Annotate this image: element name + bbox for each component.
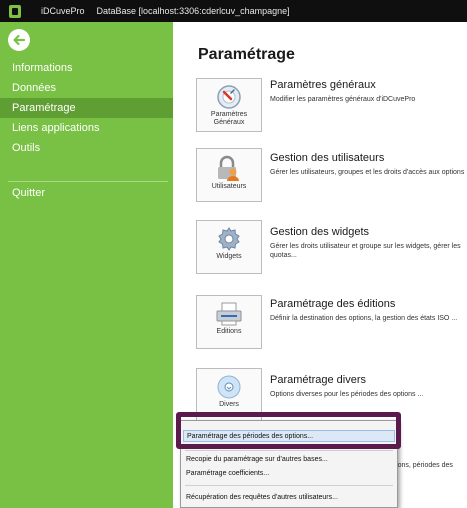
tile-parametres-generaux[interactable]: Paramètres Généraux — [196, 78, 262, 132]
tile-widgets[interactable]: Widgets — [196, 220, 262, 274]
menu-separator — [185, 450, 393, 451]
database-info: DataBase [localhost:3306:cderlcuv_champa… — [96, 6, 290, 16]
arrow-left-icon — [13, 34, 26, 46]
section-title[interactable]: Gestion des utilisateurs — [270, 152, 384, 164]
sidebar: Informations Données Paramétrage Liens a… — [0, 22, 173, 508]
app-logo-icon — [9, 4, 21, 18]
section-description: Gérer les droits utilisateur et groupe s… — [270, 243, 461, 259]
tile-label: Widgets — [216, 253, 242, 260]
sidebar-divider — [8, 181, 168, 182]
printer-icon — [216, 302, 242, 326]
sidebar-item-parametrage[interactable]: Paramétrage — [0, 98, 173, 118]
back-button[interactable] — [8, 29, 30, 51]
page-title: Paramétrage — [198, 46, 295, 63]
sidebar-nav: Informations Données Paramétrage Liens a… — [0, 58, 173, 158]
highlight-annotation — [176, 412, 401, 449]
menu-separator — [185, 485, 393, 486]
section-title[interactable]: Paramétrage des éditions — [270, 298, 395, 310]
section-title[interactable]: Gestion des widgets — [270, 226, 369, 238]
app-name: iDCuvePro — [41, 6, 85, 16]
sidebar-item-outils[interactable]: Outils — [0, 138, 173, 158]
sidebar-item-liens-applications[interactable]: Liens applications — [0, 118, 173, 138]
settings-gauge-icon — [217, 85, 241, 109]
section-description: Modifier les paramètres généraux d'iDCuv… — [270, 96, 416, 103]
sidebar-item-informations[interactable]: Informations — [0, 58, 173, 78]
section-title[interactable]: Paramétrage divers — [270, 374, 366, 386]
tile-label: Divers — [219, 401, 239, 408]
sidebar-item-donnees[interactable]: Données — [0, 78, 173, 98]
tile-label: Paramètres Généraux — [210, 111, 248, 126]
menu-item-recopie-parametrage[interactable]: Recopie du paramétrage sur d'autres base… — [186, 454, 328, 466]
widget-gear-icon — [218, 227, 240, 251]
menu-item-parametrage-coefficients[interactable]: Paramétrage coefficients... — [186, 468, 269, 480]
misc-gear-icon — [217, 375, 241, 399]
menu-item-recuperation-requetes[interactable]: Récupération des requêtes d'autres utili… — [186, 492, 338, 504]
sidebar-item-quitter[interactable]: Quitter — [0, 183, 173, 203]
users-lock-icon — [218, 155, 239, 181]
title-bar: iDCuvePro DataBase [localhost:3306:cderl… — [0, 0, 467, 22]
tile-label: Utilisateurs — [211, 183, 247, 190]
section-description: Définir la destination des options, la g… — [270, 315, 458, 322]
section-description: Gérer les utilisateurs, groupes et les d… — [270, 169, 465, 176]
tile-editions[interactable]: Editions — [196, 295, 262, 349]
section-title[interactable]: Paramètres généraux — [270, 79, 376, 91]
tile-utilisateurs[interactable]: Utilisateurs — [196, 148, 262, 202]
tile-label: Editions — [216, 328, 242, 335]
section-description: Options diverses pour les périodes des o… — [270, 391, 424, 398]
